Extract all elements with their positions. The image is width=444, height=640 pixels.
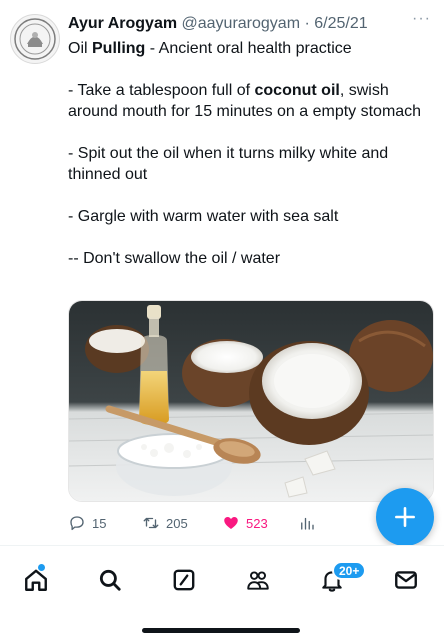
nav-messages[interactable] [392,566,420,594]
tweet[interactable]: Ayur Arogyam @aayurarogyam · 6/25/21 ···… [0,0,444,545]
bottom-nav: 20+ [0,546,444,640]
home-unread-dot [38,564,45,571]
analytics-button[interactable] [298,512,316,534]
tweet-header: Ayur Arogyam @aayurarogyam · 6/25/21 [68,14,408,34]
nav-grok[interactable] [170,566,198,594]
tweet-date[interactable]: 6/25/21 [314,15,367,32]
search-icon [99,569,121,591]
nav-search[interactable] [96,566,124,594]
communities-icon [247,571,269,590]
compose-tweet-button[interactable] [376,488,434,546]
reply-icon [70,516,84,531]
home-icon [25,569,47,591]
reply-button[interactable]: 15 [68,512,106,534]
notifications-badge: 20+ [332,561,367,580]
grok-icon [173,569,195,591]
separator-dot: · [304,15,310,32]
tweet-title: Oil Pulling - Ancient oral health practi… [68,40,352,57]
retweet-button[interactable]: 205 [142,512,188,534]
tweet-image[interactable] [68,300,434,502]
logo-emblem-icon [14,18,56,60]
like-count: 523 [246,515,268,531]
more-options-icon[interactable]: ··· [412,11,432,30]
retweet-icon [143,517,159,529]
avatar[interactable] [10,14,60,64]
like-button[interactable]: 523 [222,512,268,534]
analytics-icon [301,517,314,530]
tweet-actions: 15 205 523 [68,512,328,534]
plus-icon [395,507,415,527]
tweet-text: Oil Pulling - Ancient oral health practi… [68,38,428,269]
home-indicator[interactable] [142,628,300,633]
author-name[interactable]: Ayur Arogyam [68,15,177,32]
retweet-count: 205 [166,515,188,531]
step-1: - Take a tablespoon full of coconut oil,… [68,82,422,120]
step-4: -- Don't swallow the oil / water [68,250,281,267]
nav-communities[interactable] [244,566,272,594]
author-handle[interactable]: @aayurarogyam [182,15,301,32]
step-3: - Gargle with warm water with sea salt [68,208,339,225]
heart-icon [224,517,238,529]
nav-home[interactable] [22,566,50,594]
step-2: - Spit out the oil when it turns milky w… [68,145,389,183]
reply-count: 15 [92,515,107,531]
coconut-oil-photo [69,301,433,501]
mail-icon [395,571,417,589]
